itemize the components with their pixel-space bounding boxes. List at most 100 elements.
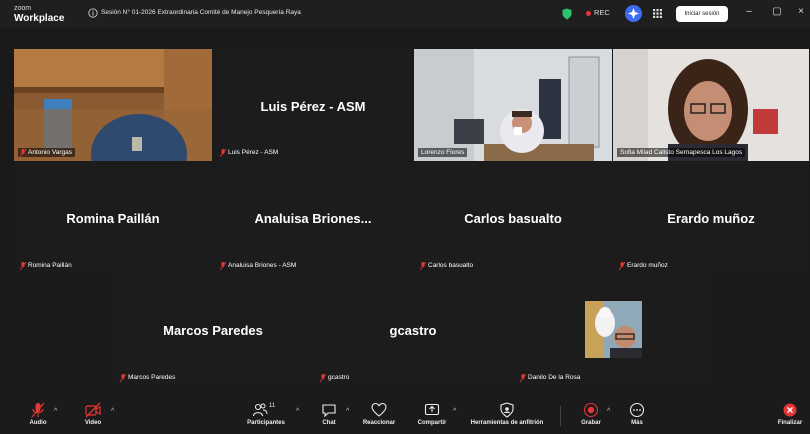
- mic-muted-icon: [420, 262, 426, 270]
- audio-button[interactable]: Audio: [27, 402, 49, 426]
- audio-options-caret[interactable]: ^: [54, 408, 57, 415]
- participant-tile[interactable]: gcastro gcastro: [314, 274, 512, 386]
- participant-name-label: Romina Paillán: [18, 261, 75, 270]
- participant-name-label: Carlos basualto: [418, 261, 476, 270]
- more-label: Más: [631, 420, 643, 426]
- participant-tile[interactable]: Lorenzo Flores: [414, 49, 612, 161]
- recording-label[interactable]: REC: [594, 8, 610, 17]
- participant-display-name: Marcos Paredes: [163, 323, 263, 338]
- heart-icon: [371, 402, 387, 417]
- mic-muted-icon: [619, 262, 625, 270]
- record-options-caret[interactable]: ^: [607, 408, 610, 415]
- minimize-button[interactable]: –: [742, 6, 756, 17]
- participants-options-caret[interactable]: ^: [296, 408, 299, 415]
- info-icon[interactable]: [88, 8, 98, 18]
- more-options-icon: [629, 402, 645, 418]
- video-options-caret[interactable]: ^: [111, 408, 114, 415]
- encryption-shield-icon[interactable]: [562, 8, 572, 20]
- video-off-icon: [85, 402, 101, 418]
- participant-tile[interactable]: Danilo De la Rosa: [514, 274, 712, 386]
- participant-name: Erardo muñoz: [627, 262, 668, 269]
- active-speaker-tile[interactable]: Sofia Milad Calisto Sernapesca Los Lagos: [613, 49, 809, 161]
- video-label: Video: [84, 420, 102, 426]
- participant-tile[interactable]: Erardo muñoz Erardo muñoz: [613, 162, 809, 274]
- participant-name: Sofia Milad Calisto Sernapesca Los Lagos: [620, 149, 743, 156]
- participant-name-label: Luis Pérez - ASM: [218, 148, 281, 157]
- audio-label: Audio: [29, 420, 47, 426]
- participant-tile[interactable]: Analuisa Briones... Analuisa Briones - A…: [214, 162, 412, 274]
- end-label: Finalizar: [777, 420, 803, 426]
- mic-muted-icon: [20, 262, 26, 270]
- participant-name: Lorenzo Flores: [421, 149, 465, 156]
- participant-name-label: Erardo muñoz: [617, 261, 671, 270]
- chat-label: Chat: [322, 420, 336, 426]
- participant-tile[interactable]: Carlos basualto Carlos basualto: [414, 162, 612, 274]
- participants-icon: [252, 403, 268, 417]
- participant-display-name: Carlos basualto: [464, 211, 562, 226]
- participant-video: [14, 49, 212, 161]
- meeting-toolbar: Audio ^ Video ^ 11 Participantes ^ Chat …: [0, 398, 810, 434]
- sign-in-button[interactable]: Iniciar sesión: [676, 6, 728, 22]
- participant-tile[interactable]: Luis Pérez - ASM Luis Pérez - ASM: [214, 49, 412, 161]
- participant-name: gcastro: [328, 374, 350, 381]
- participant-name-label: Sofia Milad Calisto Sernapesca Los Lagos: [617, 148, 746, 157]
- chat-icon: [322, 404, 336, 418]
- react-label: Reaccionar: [362, 420, 396, 426]
- participant-video: [613, 49, 809, 161]
- chat-button[interactable]: Chat: [318, 402, 340, 426]
- mic-muted-icon: [120, 374, 126, 382]
- host-tools-label: Herramientas de anfitrión: [470, 420, 544, 426]
- participant-name-label: Lorenzo Flores: [418, 148, 468, 157]
- participant-name: Marcos Paredes: [128, 374, 176, 381]
- participant-name-label: gcastro: [318, 373, 352, 382]
- record-label: Grabar: [581, 420, 601, 426]
- record-button[interactable]: Grabar: [578, 402, 604, 426]
- participant-tile[interactable]: Marcos Paredes Marcos Paredes: [114, 274, 312, 386]
- participant-name: Danilo De la Rosa: [528, 374, 581, 381]
- participant-name: Romina Paillán: [28, 262, 72, 269]
- close-window-button[interactable]: ×: [794, 6, 808, 17]
- share-screen-button[interactable]: Compartir: [413, 402, 451, 426]
- meeting-title: Sesión N° 01-2026 Extraordinaria Comité …: [101, 9, 301, 16]
- participant-video: [414, 49, 612, 161]
- logo-line2: Workplace: [14, 13, 65, 24]
- record-icon: [583, 402, 599, 418]
- participant-name: Analuisa Briones - ASM: [228, 262, 297, 269]
- restore-button[interactable]: ▢: [770, 6, 784, 17]
- participant-name-label: Antonio Vargas: [18, 148, 75, 157]
- mic-muted-icon: [320, 374, 326, 382]
- participant-display-name: Romina Paillán: [66, 211, 160, 226]
- participant-name: Antonio Vargas: [28, 149, 72, 156]
- chat-options-caret[interactable]: ^: [346, 408, 349, 415]
- participants-button[interactable]: 11 Participantes: [241, 402, 291, 426]
- apps-grid-icon[interactable]: [653, 9, 662, 18]
- share-screen-icon: [424, 403, 440, 416]
- share-label: Compartir: [417, 420, 447, 426]
- share-options-caret[interactable]: ^: [453, 408, 456, 415]
- participant-display-name: gcastro: [389, 323, 437, 338]
- end-call-icon: [783, 403, 797, 417]
- video-button[interactable]: Video: [82, 402, 104, 426]
- participant-tile[interactable]: Antonio Vargas: [14, 49, 212, 161]
- mic-muted-icon: [220, 149, 226, 157]
- participant-name-label: Analuisa Briones - ASM: [218, 261, 299, 270]
- reactions-button[interactable]: Reaccionar: [360, 402, 398, 426]
- participant-tile[interactable]: Romina Paillán Romina Paillán: [14, 162, 212, 274]
- more-button[interactable]: Más: [626, 402, 648, 426]
- mic-muted-icon: [20, 149, 26, 157]
- participants-label: Participantes: [247, 420, 285, 426]
- participant-name: Luis Pérez - ASM: [228, 149, 279, 156]
- participant-name: Carlos basualto: [428, 262, 474, 269]
- recording-dot-icon: [586, 11, 591, 16]
- participant-display-name: Erardo muñoz: [667, 211, 755, 226]
- participant-name-label: Danilo De la Rosa: [518, 373, 583, 382]
- participants-count: 11: [269, 403, 276, 409]
- host-tools-shield-icon: [500, 402, 514, 418]
- host-tools-button[interactable]: Herramientas de anfitrión: [464, 402, 550, 426]
- ai-companion-icon[interactable]: [625, 5, 642, 22]
- participant-display-name: Analuisa Briones...: [254, 211, 372, 226]
- participant-name-label: Marcos Paredes: [118, 373, 178, 382]
- end-meeting-button[interactable]: Finalizar: [774, 402, 806, 426]
- toolbar-divider: [560, 406, 561, 426]
- mic-muted-icon: [520, 374, 526, 382]
